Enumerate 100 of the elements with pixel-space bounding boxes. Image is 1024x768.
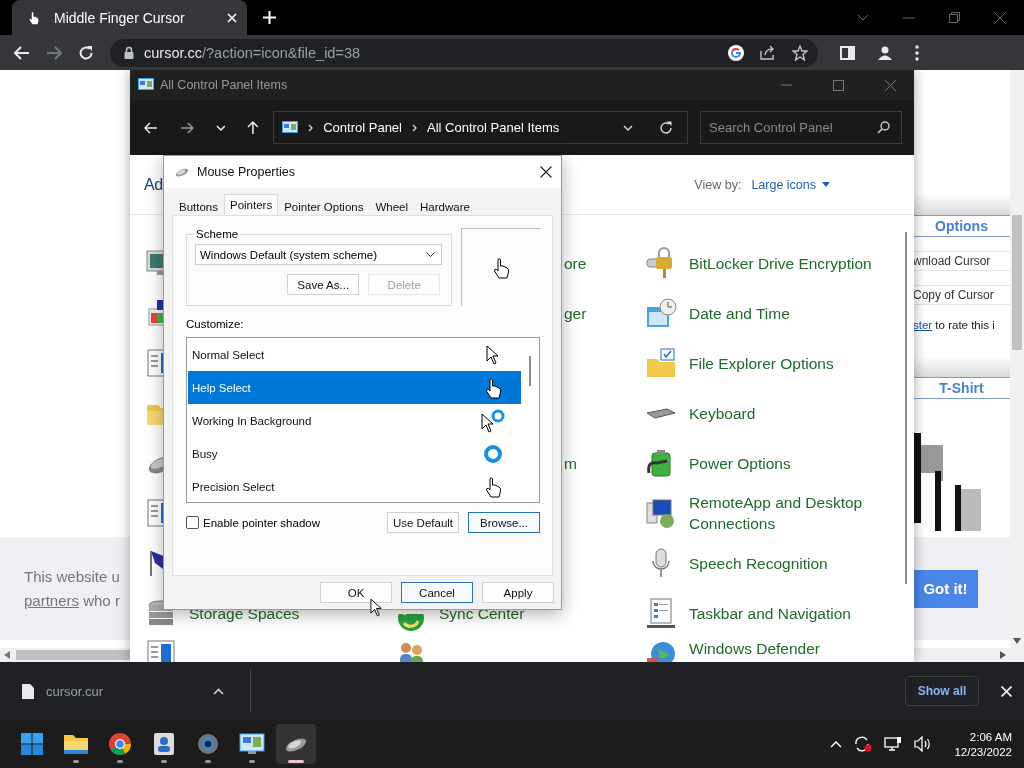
hand-cursor-icon	[484, 376, 502, 399]
chevron-down-icon[interactable]	[623, 124, 633, 131]
settings-item[interactable]: Keyboard	[689, 402, 756, 424]
dialog-button[interactable]: Apply	[482, 582, 554, 603]
settings-item[interactable]: RemoteApp and Desktop Connections	[689, 492, 894, 534]
group-label: Scheme	[195, 228, 240, 240]
new-tab-icon[interactable]	[263, 11, 276, 24]
hand-cursor-icon	[492, 256, 510, 279]
chevron-down-icon[interactable]	[215, 124, 226, 131]
tab[interactable]: Wheel	[369, 198, 415, 215]
profile-icon[interactable]	[877, 44, 893, 61]
tab[interactable]: Pointers	[224, 194, 279, 215]
accept-button[interactable]: Got it!	[913, 569, 978, 608]
caret-up-icon[interactable]	[213, 687, 225, 695]
computer-icon	[645, 497, 677, 529]
scrollbar-thumb[interactable]	[1012, 215, 1022, 350]
control-panel-icon	[138, 78, 154, 92]
partners-link[interactable]: partners	[24, 591, 80, 609]
settings-item[interactable]: ger	[564, 302, 587, 324]
view-mode-dropdown[interactable]: Large icons	[751, 177, 830, 192]
up-arrow-icon[interactable]	[247, 120, 260, 135]
tab[interactable]: Hardware	[414, 198, 476, 215]
back-arrow-icon[interactable]	[14, 45, 30, 60]
search-field[interactable]: Search Control Panel	[700, 111, 902, 144]
folder-icon	[63, 732, 89, 756]
cookie-notice-text: This website u	[24, 566, 120, 587]
checkbox-label: Enable pointer shadow	[203, 516, 320, 529]
settings-item[interactable]: Speech Recognition	[689, 552, 828, 574]
scrollbar-thumb[interactable]	[529, 356, 531, 386]
settings-item[interactable]: File Explorer Options	[689, 352, 834, 374]
tab-title: Middle Finger Cursor	[54, 9, 186, 26]
reload-icon[interactable]	[78, 44, 94, 61]
dialog-button[interactable]: OK	[320, 582, 392, 603]
download-file-name[interactable]: cursor.cur	[46, 683, 104, 699]
breadcrumb-item[interactable]: All Control Panel Items	[427, 120, 560, 135]
chevron-up-icon[interactable]	[830, 740, 843, 748]
settings-item[interactable]: Power Options	[689, 452, 791, 474]
list-item[interactable]: Busy	[188, 437, 521, 470]
dialog-button[interactable]: Cancel	[401, 582, 473, 603]
tab[interactable]: Pointer Options	[278, 198, 370, 215]
network-icon[interactable]	[884, 736, 903, 752]
settings-item[interactable]: Taskbar and Navigation	[689, 602, 851, 624]
arrow-cursor-icon	[486, 344, 500, 365]
file-icon	[22, 683, 34, 699]
chevron-down-icon	[426, 252, 436, 257]
calendar-icon	[645, 297, 677, 329]
chevron-right-icon	[308, 123, 314, 132]
forward-arrow-icon[interactable]	[179, 121, 194, 134]
view-by-label: View by:	[694, 177, 742, 192]
keyboard-icon	[645, 407, 677, 419]
window-title: All Control Panel Items	[160, 78, 288, 92]
google-icon[interactable]	[728, 44, 744, 61]
scheme-dropdown[interactable]: Windows Default (system scheme)	[195, 244, 443, 265]
star-icon[interactable]	[792, 44, 808, 61]
side-panel-icon[interactable]	[840, 45, 855, 60]
scheme-button[interactable]: Save As...	[287, 274, 360, 295]
contact-card-icon	[153, 732, 175, 756]
busy-arrow-cursor-icon	[481, 408, 505, 433]
restore-icon[interactable]	[949, 12, 960, 23]
volume-icon[interactable]	[914, 736, 933, 752]
settings-item[interactable]: Date and Time	[689, 302, 790, 324]
list-item[interactable]: Working In Background	[188, 404, 521, 437]
address-field[interactable]: Control Panel All Control Panel Items	[273, 111, 688, 144]
taskbar-app[interactable]	[276, 724, 316, 764]
clock[interactable]: 2:06 AM 12/23/2022	[954, 730, 1012, 758]
tab[interactable]: Buttons	[173, 198, 224, 215]
list-item[interactable]: Help Select	[188, 371, 521, 404]
scroll-down-icon[interactable]	[1013, 638, 1021, 644]
close-icon[interactable]	[540, 166, 552, 178]
hand-cursor-icon	[28, 10, 40, 25]
sync-icon[interactable]	[854, 736, 873, 752]
share-icon[interactable]	[760, 45, 776, 60]
pointer-button[interactable]: Browse...	[468, 512, 540, 533]
settings-item[interactable]: BitLocker Drive Encryption	[689, 252, 872, 274]
menu-icon[interactable]	[915, 44, 919, 61]
address-bar[interactable]: cursor.cc/?action=icon&file_id=38	[110, 38, 818, 67]
register-link[interactable]: ster	[913, 319, 933, 331]
forward-arrow-icon[interactable]	[46, 45, 62, 60]
scroll-right-icon[interactable]	[1000, 651, 1006, 659]
pointer-button[interactable]: Use Default	[387, 512, 459, 533]
settings-item[interactable]: m	[564, 452, 577, 474]
settings-item[interactable]: ore	[564, 252, 587, 274]
breadcrumb-item[interactable]: Control Panel	[323, 120, 402, 135]
vertical-scrollbar[interactable]	[1010, 70, 1024, 662]
refresh-icon[interactable]	[659, 120, 673, 135]
monitor-icon	[239, 732, 265, 756]
maximize-icon[interactable]	[833, 79, 844, 91]
settings-item[interactable]: Windows Defender	[689, 638, 820, 659]
checkbox[interactable]	[186, 516, 199, 529]
browser-tab[interactable]: Middle Finger Cursor	[12, 0, 247, 35]
dialog-title: Mouse Properties	[197, 165, 295, 179]
scrollbar-thumb[interactable]	[905, 232, 907, 584]
list-item[interactable]: Precision Select	[188, 470, 521, 503]
busy-ring-icon	[483, 443, 503, 464]
control-panel-icon	[282, 120, 299, 135]
url-text: cursor.cc/?action=icon&file_id=38	[144, 44, 361, 61]
scroll-left-icon[interactable]	[4, 651, 10, 659]
list-item[interactable]: Normal Select	[188, 338, 521, 371]
back-arrow-icon[interactable]	[144, 121, 158, 134]
show-all-button[interactable]: Show all	[905, 676, 979, 706]
